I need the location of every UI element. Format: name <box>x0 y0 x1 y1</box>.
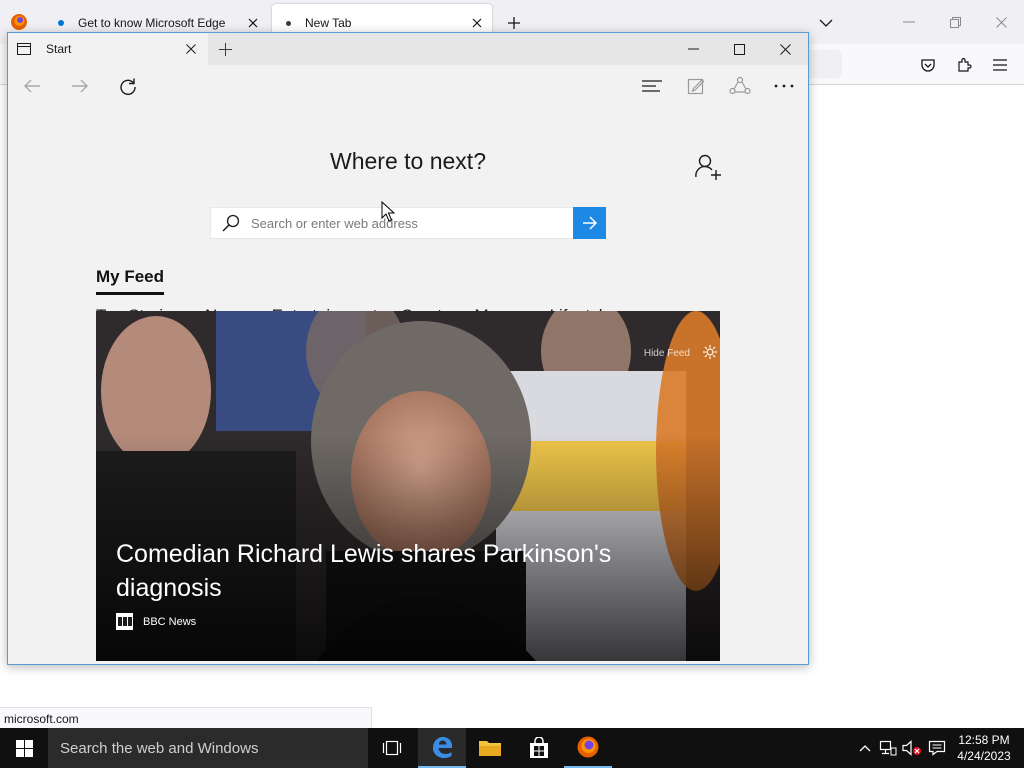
edge-start-page: Where to next? My Feed Top Stories News … <box>8 107 808 664</box>
hero-photo <box>96 311 720 661</box>
plus-icon[interactable] <box>214 38 236 60</box>
source-name: BBC News <box>143 615 197 628</box>
hide-feed-link[interactable]: Hide Feed <box>644 348 690 359</box>
chevron-up-icon[interactable] <box>856 728 874 768</box>
edge-window: Start Where to next? Search or enter web… <box>7 32 809 665</box>
plus-icon[interactable] <box>502 12 526 34</box>
hero-headline[interactable]: Comedian Richard Lewis shares Parkinson'… <box>116 537 676 605</box>
share-icon[interactable] <box>724 72 756 100</box>
hamburger-menu-icon[interactable] <box>987 52 1013 78</box>
clock-date: 4/24/2023 <box>957 749 1011 763</box>
clock-time: 12:58 PM <box>958 733 1010 747</box>
edge-toolbar <box>8 65 808 107</box>
minimize-icon[interactable] <box>678 35 708 63</box>
tab-title: New Tab <box>305 16 352 30</box>
file-explorer-icon[interactable] <box>466 728 514 768</box>
web-note-icon[interactable] <box>680 72 712 100</box>
firefox-taskbar-icon[interactable] <box>564 728 612 768</box>
network-icon[interactable] <box>878 728 898 768</box>
edge-title-bar: Start <box>8 33 808 65</box>
status-bar-url: microsoft.com <box>0 707 372 729</box>
taskbar: Search the web and Windows 12:58 PM 4/24… <box>0 728 1024 768</box>
minimize-icon[interactable] <box>894 8 924 36</box>
search-go-button[interactable] <box>573 207 606 239</box>
edge-favicon-icon <box>58 20 64 26</box>
chevron-down-icon[interactable] <box>814 12 838 34</box>
page-icon <box>16 41 32 57</box>
hub-icon[interactable] <box>636 72 668 100</box>
taskbar-search-box[interactable]: Search the web and Windows <box>48 728 368 768</box>
tab-title: Get to know Microsoft Edge <box>78 16 226 30</box>
task-view-icon[interactable] <box>368 728 416 768</box>
bbc-logo-icon <box>116 613 133 630</box>
edge-taskbar-icon[interactable] <box>418 728 466 768</box>
page-title: Where to next? <box>330 148 486 174</box>
maximize-icon[interactable] <box>724 35 754 63</box>
close-icon[interactable] <box>770 35 800 63</box>
arrow-right-icon <box>582 216 597 230</box>
more-icon[interactable] <box>768 72 800 100</box>
hero-source: BBC News <box>116 613 196 630</box>
close-tab-icon[interactable] <box>180 38 202 60</box>
add-person-icon[interactable] <box>694 153 722 181</box>
hero-news-card[interactable]: Hide Feed Comedian Richard Lewis shares … <box>96 311 720 661</box>
feed-title[interactable]: My Feed <box>96 267 165 295</box>
firefox-url-bar[interactable] <box>808 50 842 78</box>
taskbar-clock[interactable]: 12:58 PM 4/24/2023 <box>952 732 1016 764</box>
gear-icon[interactable] <box>702 344 718 360</box>
edge-tab-start[interactable]: Start <box>8 33 208 65</box>
new-tab-favicon-icon <box>286 20 291 26</box>
arrow-right-icon[interactable] <box>64 72 96 100</box>
refresh-icon[interactable] <box>112 72 144 100</box>
extensions-icon[interactable] <box>951 52 977 78</box>
mouse-pointer-icon <box>381 201 395 223</box>
firefox-logo-icon[interactable] <box>10 13 28 31</box>
store-icon[interactable] <box>515 728 563 768</box>
search-input[interactable] <box>251 209 573 237</box>
windows-start-icon[interactable] <box>0 728 48 768</box>
search-icon <box>221 213 241 233</box>
tab-title: Start <box>46 42 72 56</box>
close-icon[interactable] <box>986 8 1016 36</box>
volume-muted-icon[interactable] <box>902 728 922 768</box>
pocket-icon[interactable] <box>915 52 941 78</box>
restore-icon[interactable] <box>940 8 970 36</box>
action-center-icon[interactable] <box>926 728 948 768</box>
arrow-left-icon[interactable] <box>16 72 48 100</box>
